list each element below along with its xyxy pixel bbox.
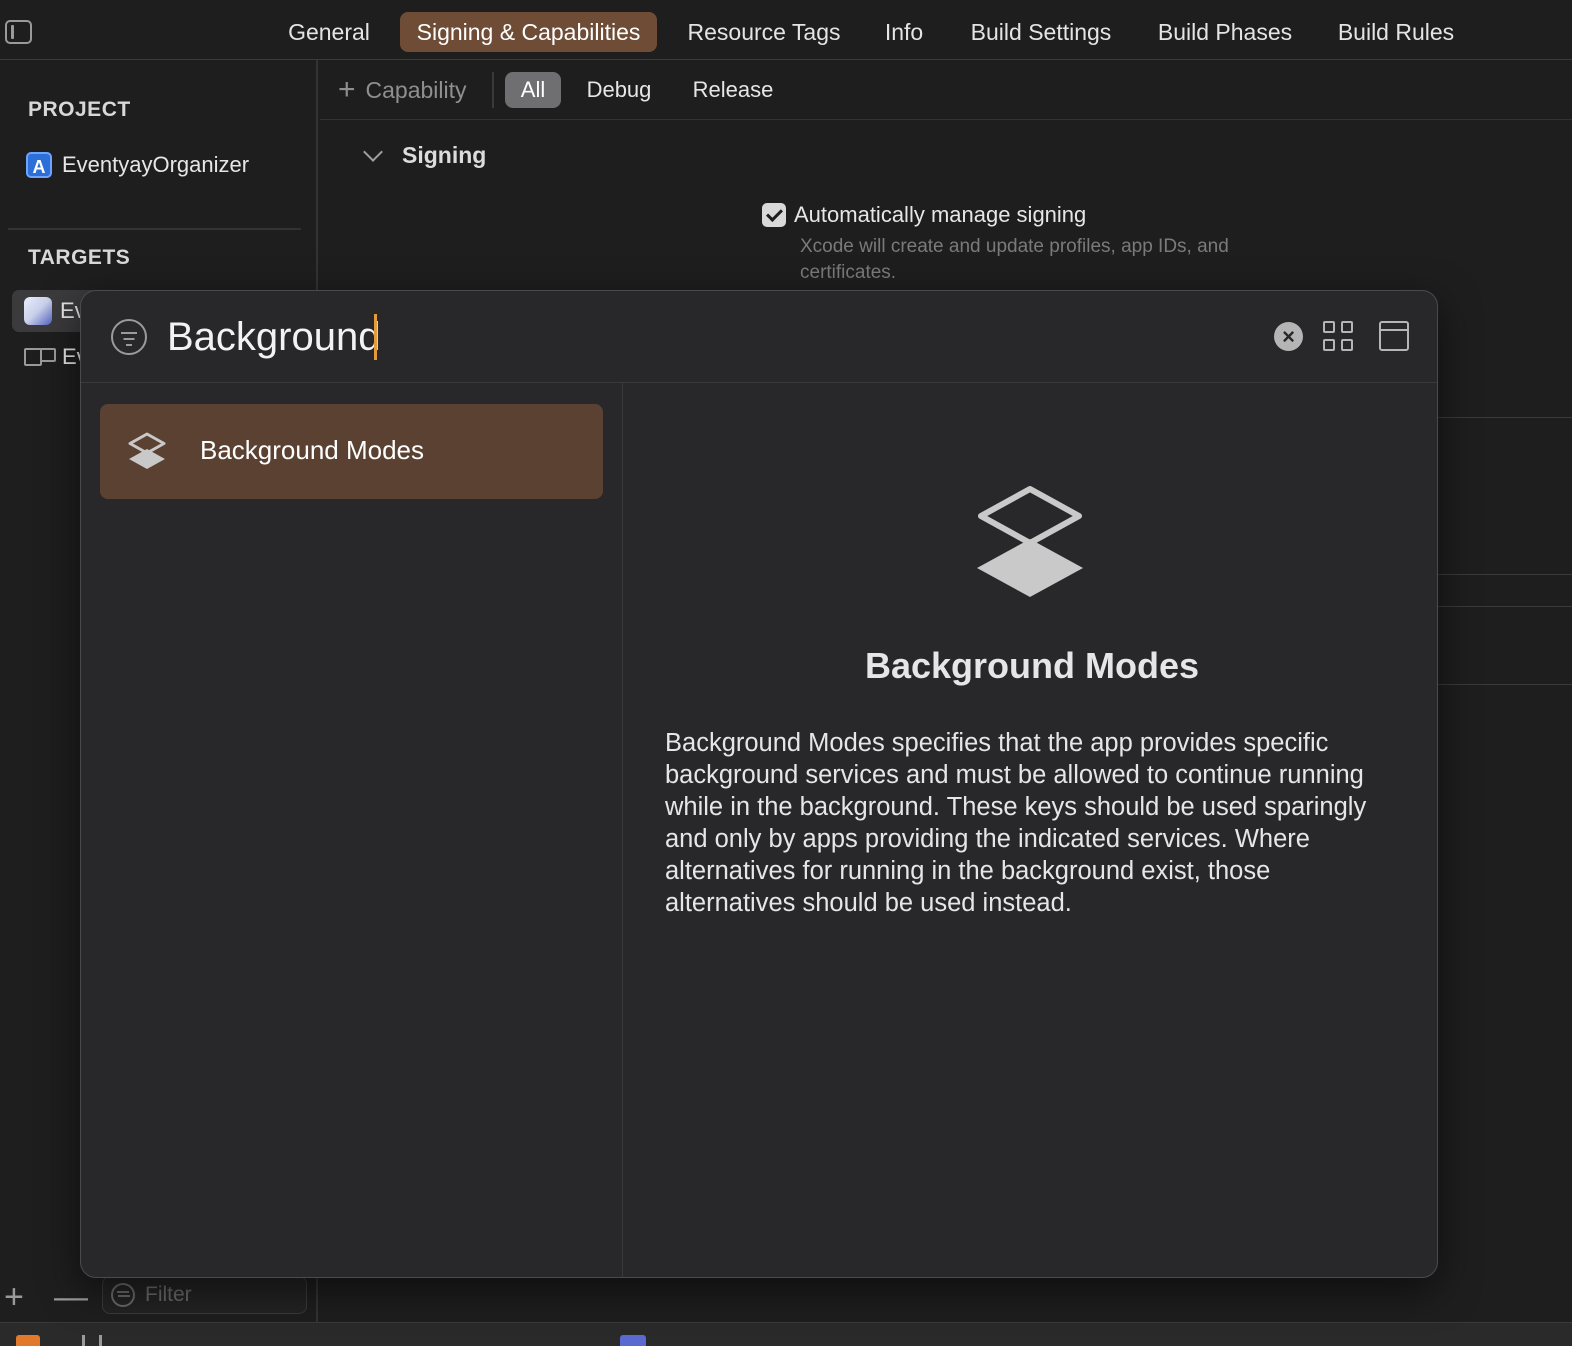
sidebar-divider <box>8 228 301 230</box>
editor-tab-bar: General Signing & Capabilities Resource … <box>0 0 1572 60</box>
layers-icon <box>977 486 1083 597</box>
tab-info[interactable]: Info <box>872 12 936 52</box>
filter-placeholder: Filter <box>145 1283 192 1306</box>
chevron-down-icon <box>363 141 383 162</box>
add-capability-button[interactable]: + Capability <box>338 74 467 106</box>
library-results-list: Background Modes <box>81 383 623 1277</box>
detail-title: Background Modes <box>864 645 1200 686</box>
tab-resource-tags[interactable]: Resource Tags <box>674 12 854 52</box>
capabilities-toolbar: + Capability All Debug Release <box>320 60 1572 120</box>
sidebar-footer: + — Filter <box>0 1272 318 1322</box>
divider <box>1438 606 1572 607</box>
project-name: EventyayOrganizer <box>62 152 250 177</box>
xcode-window: General Signing & Capabilities Resource … <box>0 0 1572 1346</box>
window-icon[interactable] <box>1379 321 1409 351</box>
app-target-icon <box>24 297 52 325</box>
app-target-icon[interactable] <box>620 1335 646 1346</box>
pause-icon[interactable] <box>82 1335 102 1346</box>
library-search-bar: × <box>81 291 1437 383</box>
library-search-input[interactable] <box>167 311 1247 363</box>
capability-label: Capability <box>365 76 467 103</box>
filter-field[interactable]: Filter <box>102 1276 307 1314</box>
detail-description: Background Modes specifies that the app … <box>665 729 1367 917</box>
divider <box>1438 574 1572 575</box>
tab-general[interactable]: General <box>276 12 382 52</box>
remove-target-button[interactable]: — <box>54 1280 88 1314</box>
library-detail-pane: Background Modes Background Modes specif… <box>625 383 1437 1277</box>
sidebar-toggle-icon[interactable] <box>5 20 32 44</box>
project-item[interactable]: A EventyayOrganizer <box>26 150 249 180</box>
text-caret <box>374 314 377 360</box>
auto-manage-signing-label: Automatically manage signing <box>794 202 1087 227</box>
layers-icon <box>128 432 166 469</box>
tab-signing-capabilities[interactable]: Signing & Capabilities <box>400 12 657 52</box>
capability-library: × Background Modes Background Modes Back… <box>80 290 1438 1278</box>
filter-icon[interactable] <box>111 319 147 355</box>
filter-icon <box>111 1283 135 1307</box>
targets-heading: TARGETS <box>28 246 131 269</box>
tab-build-rules[interactable]: Build Rules <box>1325 12 1467 52</box>
signing-title: Signing <box>402 142 487 168</box>
test-target-icon <box>24 346 56 368</box>
add-target-button[interactable]: + <box>4 1280 24 1314</box>
auto-manage-signing-checkbox[interactable] <box>762 203 786 227</box>
auto-manage-signing-description: Xcode will create and update profiles, a… <box>800 236 1229 283</box>
segment-all[interactable]: All <box>505 72 561 108</box>
result-item-background-modes[interactable]: Background Modes <box>100 404 603 499</box>
tab-build-settings[interactable]: Build Settings <box>955 12 1127 52</box>
segment-debug[interactable]: Debug <box>577 72 661 108</box>
tab-build-phases[interactable]: Build Phases <box>1145 12 1305 52</box>
project-heading: PROJECT <box>28 98 131 121</box>
clear-search-icon[interactable]: × <box>1274 322 1303 351</box>
segment-release[interactable]: Release <box>680 72 786 108</box>
debug-bar <box>0 1322 1572 1346</box>
breakpoint-icon[interactable] <box>16 1335 40 1346</box>
toolbar-separator <box>492 72 494 108</box>
signing-section-header[interactable]: Signing <box>363 141 487 169</box>
grid-view-icon[interactable] <box>1323 321 1353 351</box>
auto-manage-signing-row: Automatically manage signing <box>762 202 1086 228</box>
divider <box>1438 684 1572 685</box>
app-store-icon: A <box>26 152 52 178</box>
plus-icon: + <box>338 73 356 106</box>
divider <box>1438 417 1572 418</box>
result-item-label: Background Modes <box>200 435 425 465</box>
